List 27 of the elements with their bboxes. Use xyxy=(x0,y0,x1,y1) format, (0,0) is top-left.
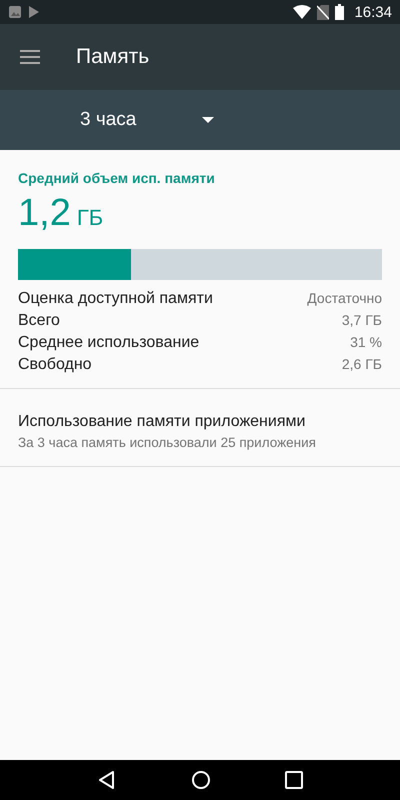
section-heading: Средний объем исп. памяти xyxy=(18,170,216,186)
image-icon xyxy=(8,5,22,19)
home-button[interactable] xyxy=(191,770,211,790)
stat-value: Достаточно xyxy=(307,290,382,308)
stat-value: 2,6 ГБ xyxy=(342,356,382,374)
stat-label: Свободно xyxy=(18,356,92,374)
back-button[interactable] xyxy=(97,770,117,790)
recents-button[interactable] xyxy=(285,771,303,789)
stat-label: Оценка доступной памяти xyxy=(18,290,213,308)
stat-value: 3,7 ГБ xyxy=(342,312,382,330)
play-icon xyxy=(28,5,40,19)
item-subtitle: За 3 часа память использовали 25 приложения xyxy=(18,435,317,450)
caret-icon xyxy=(202,117,214,123)
app-memory-item[interactable]: Использование памяти приложениями За 3 часа память использовали 25 приложения xyxy=(0,389,400,467)
stat-label: Всего xyxy=(18,312,60,330)
period-dropdown[interactable]: 3 часа xyxy=(80,109,214,131)
no-sim-icon xyxy=(317,4,330,20)
stat-label: Среднее использование xyxy=(18,334,200,352)
memory-amount: 1,2 xyxy=(18,192,71,235)
clock-time: 16:34 xyxy=(354,4,392,20)
wifi-icon xyxy=(293,5,312,19)
stat-value: 31 % xyxy=(350,334,382,352)
screen-title: Память xyxy=(76,45,150,69)
battery-icon xyxy=(335,4,344,20)
memory-unit: ГБ xyxy=(76,205,104,231)
menu-icon[interactable] xyxy=(20,50,40,64)
item-title: Использование памяти приложениями xyxy=(18,413,306,431)
